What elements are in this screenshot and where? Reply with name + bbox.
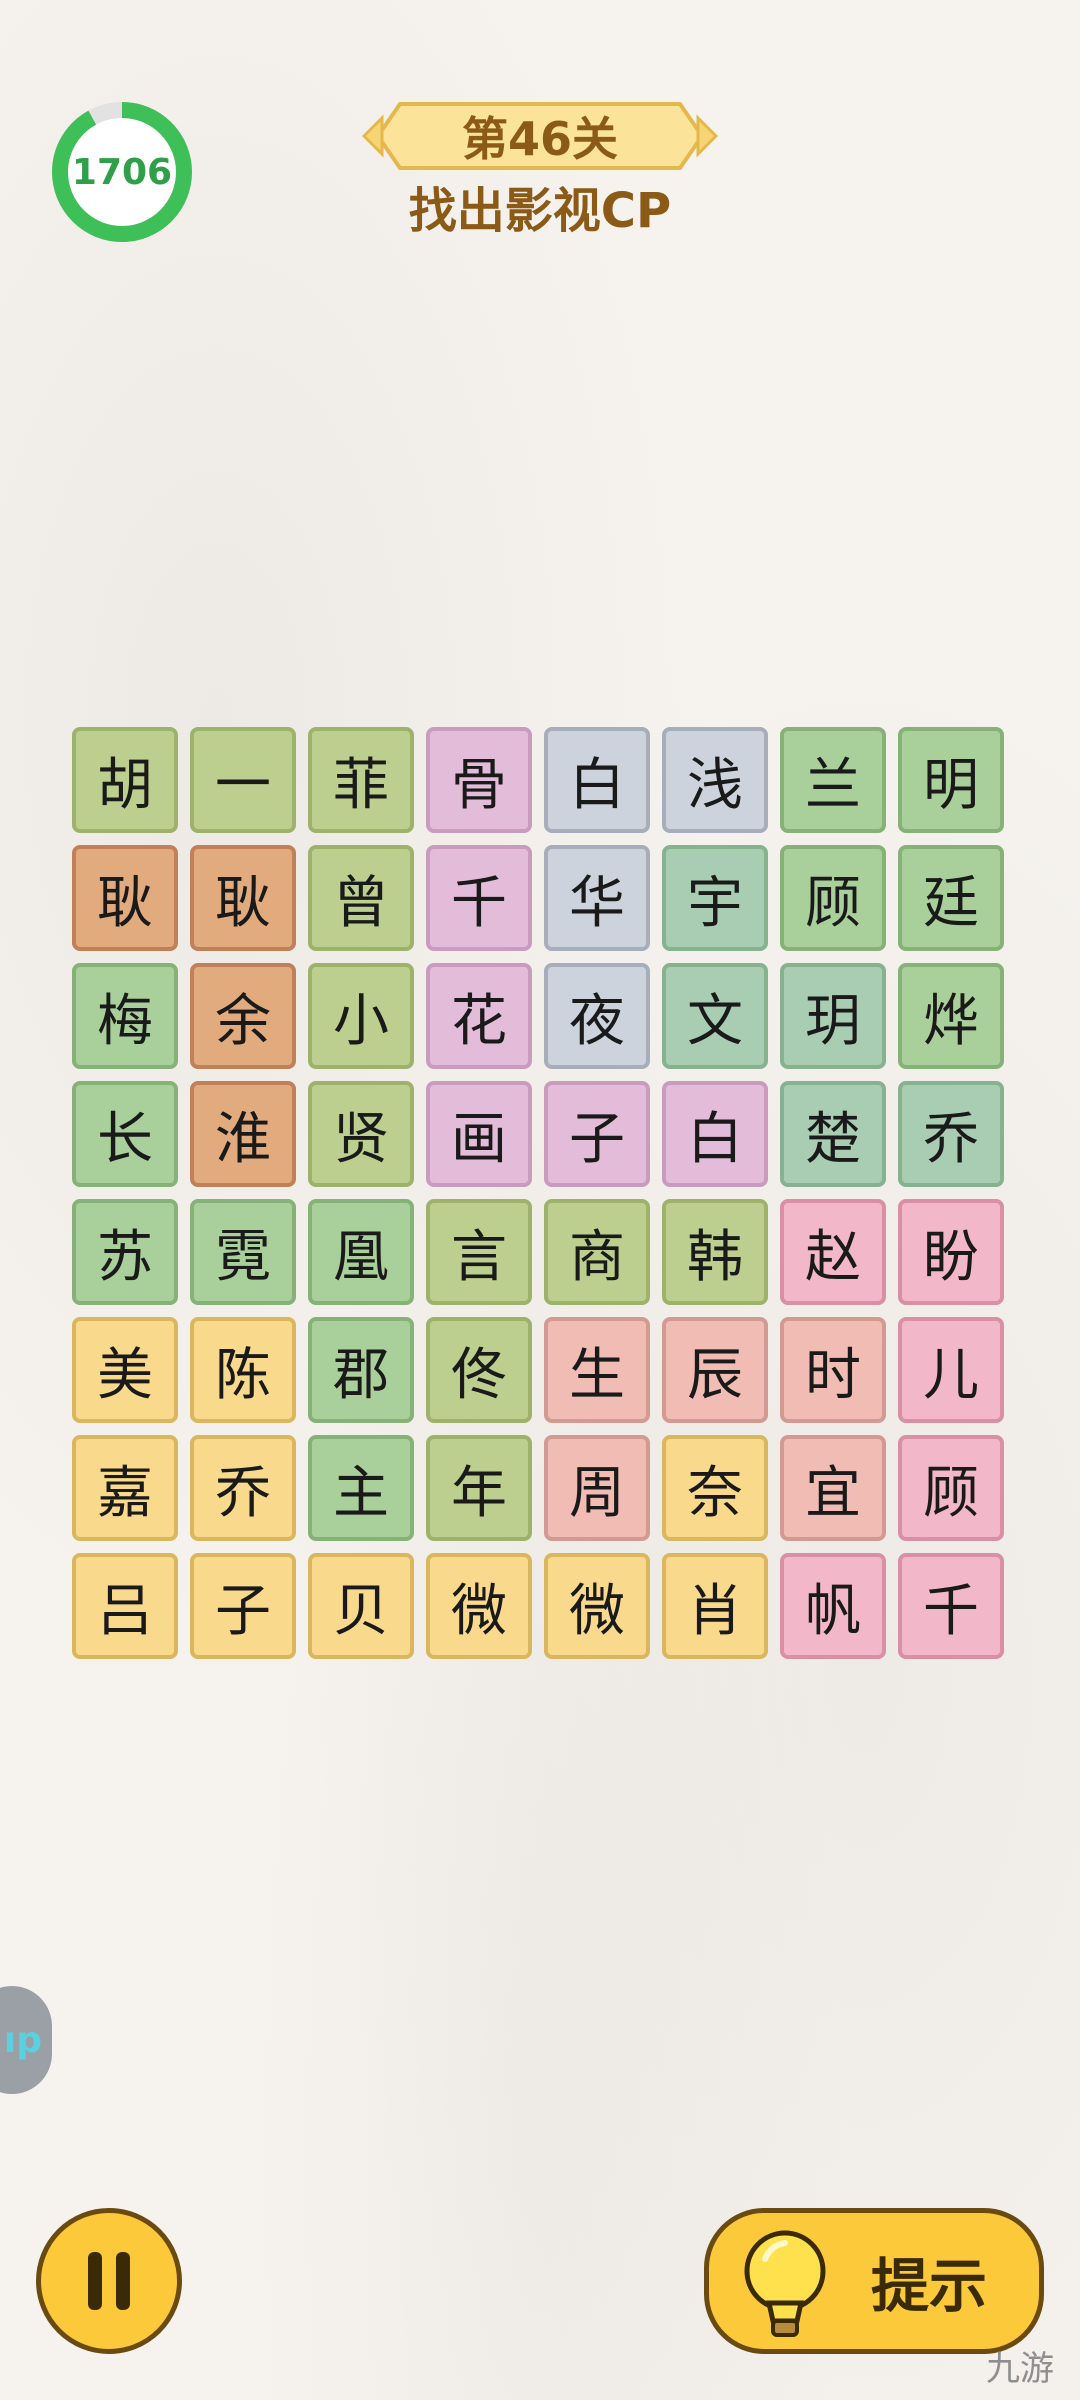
- grid-tile[interactable]: 淮: [190, 1081, 296, 1187]
- grid-tile[interactable]: 千: [898, 1553, 1004, 1659]
- grid-tile[interactable]: 奈: [662, 1435, 768, 1541]
- grid-tile[interactable]: 贤: [308, 1081, 414, 1187]
- grid-tile[interactable]: 梅: [72, 963, 178, 1069]
- grid-tile[interactable]: 盼: [898, 1199, 1004, 1305]
- grid-tile[interactable]: 子: [190, 1553, 296, 1659]
- grid-tile[interactable]: 佟: [426, 1317, 532, 1423]
- grid-tile[interactable]: 嘉: [72, 1435, 178, 1541]
- grid-tile[interactable]: 年: [426, 1435, 532, 1541]
- grid-tile[interactable]: 陈: [190, 1317, 296, 1423]
- grid-tile[interactable]: 千: [426, 845, 532, 951]
- grid-tile[interactable]: 烨: [898, 963, 1004, 1069]
- watermark: 九游: [986, 2349, 1054, 2389]
- grid-tile[interactable]: 儿: [898, 1317, 1004, 1423]
- grid-tile[interactable]: 画: [426, 1081, 532, 1187]
- side-tab-label: ıp: [3, 2019, 42, 2061]
- grid-tile[interactable]: 言: [426, 1199, 532, 1305]
- grid-tile[interactable]: 帆: [780, 1553, 886, 1659]
- word-grid: 胡一菲骨白浅兰明耿耿曾千华宇顾廷梅余小花夜文玥烨长淮贤画子白楚乔苏霓凰言商韩赵盼…: [72, 727, 1004, 1659]
- score-timer: 1706: [46, 96, 198, 248]
- grid-tile[interactable]: 乔: [898, 1081, 1004, 1187]
- grid-tile[interactable]: 主: [308, 1435, 414, 1541]
- grid-tile[interactable]: 贝: [308, 1553, 414, 1659]
- grid-tile[interactable]: 长: [72, 1081, 178, 1187]
- pause-button[interactable]: [36, 2208, 182, 2354]
- grid-tile[interactable]: 微: [426, 1553, 532, 1659]
- grid-tile[interactable]: 乔: [190, 1435, 296, 1541]
- grid-tile[interactable]: 玥: [780, 963, 886, 1069]
- grid-tile[interactable]: 宇: [662, 845, 768, 951]
- grid-tile[interactable]: 小: [308, 963, 414, 1069]
- level-banner: 第46关: [360, 92, 720, 180]
- grid-tile[interactable]: 白: [544, 727, 650, 833]
- hint-label: 提示: [870, 2252, 987, 2320]
- grid-tile[interactable]: 夜: [544, 963, 650, 1069]
- grid-tile[interactable]: 顾: [780, 845, 886, 951]
- grid-tile[interactable]: 生: [544, 1317, 650, 1423]
- grid-tile[interactable]: 耿: [72, 845, 178, 951]
- lightbulb-icon: [744, 2230, 826, 2337]
- grid-tile[interactable]: 耿: [190, 845, 296, 951]
- grid-tile[interactable]: 周: [544, 1435, 650, 1541]
- grid-tile[interactable]: 浅: [662, 727, 768, 833]
- grid-tile[interactable]: 肖: [662, 1553, 768, 1659]
- level-title: 第46关: [461, 112, 618, 166]
- grid-tile[interactable]: 凰: [308, 1199, 414, 1305]
- grid-tile[interactable]: 韩: [662, 1199, 768, 1305]
- grid-tile[interactable]: 白: [662, 1081, 768, 1187]
- grid-tile[interactable]: 楚: [780, 1081, 886, 1187]
- grid-tile[interactable]: 兰: [780, 727, 886, 833]
- grid-tile[interactable]: 美: [72, 1317, 178, 1423]
- grid-tile[interactable]: 明: [898, 727, 1004, 833]
- grid-tile[interactable]: 吕: [72, 1553, 178, 1659]
- grid-tile[interactable]: 菲: [308, 727, 414, 833]
- timer-value: 1706: [71, 151, 173, 193]
- grid-tile[interactable]: 郡: [308, 1317, 414, 1423]
- level-subtitle: 找出影视CP: [408, 183, 672, 239]
- grid-tile[interactable]: 辰: [662, 1317, 768, 1423]
- grid-tile[interactable]: 微: [544, 1553, 650, 1659]
- grid-tile[interactable]: 宜: [780, 1435, 886, 1541]
- pause-icon: [88, 2252, 102, 2310]
- pause-icon-bar: [116, 2252, 130, 2310]
- grid-tile[interactable]: 余: [190, 963, 296, 1069]
- grid-tile[interactable]: 花: [426, 963, 532, 1069]
- hint-button[interactable]: 提示: [704, 2208, 1044, 2354]
- grid-tile[interactable]: 一: [190, 727, 296, 833]
- grid-tile[interactable]: 骨: [426, 727, 532, 833]
- grid-tile[interactable]: 商: [544, 1199, 650, 1305]
- grid-tile[interactable]: 时: [780, 1317, 886, 1423]
- grid-tile[interactable]: 苏: [72, 1199, 178, 1305]
- grid-tile[interactable]: 文: [662, 963, 768, 1069]
- grid-tile[interactable]: 曾: [308, 845, 414, 951]
- grid-tile[interactable]: 霓: [190, 1199, 296, 1305]
- grid-tile[interactable]: 顾: [898, 1435, 1004, 1541]
- grid-tile[interactable]: 廷: [898, 845, 1004, 951]
- grid-tile[interactable]: 华: [544, 845, 650, 951]
- grid-tile[interactable]: 子: [544, 1081, 650, 1187]
- grid-tile[interactable]: 胡: [72, 727, 178, 833]
- grid-tile[interactable]: 赵: [780, 1199, 886, 1305]
